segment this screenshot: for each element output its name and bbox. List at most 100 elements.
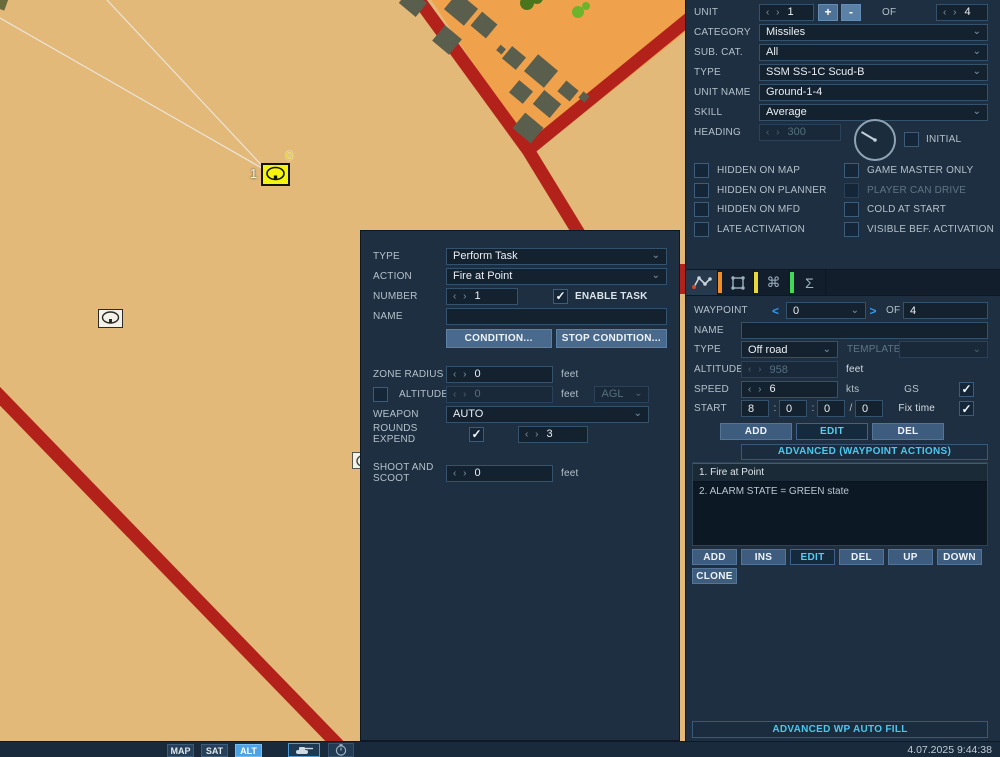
heading-stepper[interactable]: ‹ › 300 <box>759 123 841 141</box>
wp-add-button[interactable]: ADD <box>720 422 792 440</box>
task-name-label: NAME <box>373 310 403 322</box>
stepper-arrows-icon: ‹ › <box>766 126 782 138</box>
add-unit-button[interactable]: + <box>818 3 838 21</box>
enable-task-checkbox[interactable]: ✓ <box>553 288 568 304</box>
task-ins-button[interactable]: INS <box>741 549 786 565</box>
zone-radius-stepper[interactable]: ‹ › 0 <box>446 365 553 383</box>
time-toggle-button[interactable] <box>328 743 354 757</box>
rounds-expend-checkbox[interactable]: ✓ <box>469 426 484 442</box>
alt-layer-button[interactable]: ALT <box>235 744 262 757</box>
rounds-expend-row: ROUNDS EXPEND ✓ ‹ › 3 <box>373 423 667 445</box>
condition-button[interactable]: CONDITION... <box>445 329 552 348</box>
unit-form: UNIT ‹ › 1 + - OF ‹ › 4 CATEGORY Missile… <box>694 2 988 142</box>
unit-count-stepper[interactable]: ‹ › 4 <box>936 3 988 21</box>
task-type-select[interactable]: Perform Task ⌄ <box>446 247 667 265</box>
rounds-expend-stepper[interactable]: ‹ › 3 <box>518 425 588 443</box>
advanced-waypoint-actions-button[interactable]: ADVANCED (WAYPOINT ACTIONS) <box>741 443 988 460</box>
category-select[interactable]: Missiles ⌄ <box>759 23 988 41</box>
task-list-item[interactable]: 2. ALARM STATE = GREEN state <box>693 482 987 501</box>
shoot-and-scoot-label: SHOOT AND SCOOT <box>373 462 434 484</box>
flag-game-master-only[interactable]: GAME MASTER ONLY <box>844 163 988 179</box>
fix-time-checkbox[interactable]: ✓ <box>959 401 974 417</box>
task-up-button[interactable]: UP <box>888 549 933 565</box>
unit-marker-selected[interactable]: 1 0 <box>250 148 293 186</box>
unit-label: UNIT <box>694 6 719 18</box>
dialog-altitude-stepper[interactable]: ‹ › 0 <box>446 385 553 403</box>
skill-select[interactable]: Average ⌄ <box>759 103 988 121</box>
start-seconds-input[interactable]: 0 <box>817 400 845 418</box>
tab-commands[interactable]: ⌘ <box>758 270 790 295</box>
flag-visible-bef-activation[interactable]: VISIBLE BEF. ACTIVATION <box>844 222 994 238</box>
visible-bef-activation-checkbox[interactable] <box>844 222 859 238</box>
gs-checkbox[interactable]: ✓ <box>959 381 974 397</box>
unit-marker[interactable] <box>98 309 123 328</box>
wp-altitude-stepper[interactable]: ‹ › 958 <box>741 361 838 379</box>
prev-waypoint-button[interactable]: < <box>772 304 786 318</box>
shoot-and-scoot-stepper[interactable]: ‹ › 0 <box>446 464 553 482</box>
chevron-down-icon: ⌄ <box>822 343 831 355</box>
wp-edit-button[interactable]: EDIT <box>796 422 868 440</box>
stop-condition-button[interactable]: STOP CONDITION... <box>555 329 667 348</box>
tab-route[interactable] <box>686 270 718 295</box>
flag-hidden-on-planner[interactable]: HIDDEN ON PLANNER <box>694 182 844 198</box>
game-master-only-checkbox[interactable] <box>844 163 859 179</box>
unit-type-select[interactable]: SSM SS-1C Scud-B ⌄ <box>759 63 988 81</box>
wp-altitude-label: ALTITUDE <box>694 364 744 376</box>
altitude-checkbox[interactable] <box>373 386 388 402</box>
task-down-button[interactable]: DOWN <box>937 549 982 565</box>
task-del-button[interactable]: DEL <box>839 549 884 565</box>
task-edit-button[interactable]: EDIT <box>790 549 835 565</box>
check-icon: ✓ <box>961 382 972 397</box>
task-number-label: NUMBER <box>373 290 418 302</box>
map-layer-button[interactable]: MAP <box>167 744 194 757</box>
cold-at-start-checkbox[interactable] <box>844 202 859 218</box>
task-add-button[interactable]: ADD <box>692 549 737 565</box>
zone-radius-row: ZONE RADIUS ‹ › 0 feet <box>373 364 667 384</box>
wp-speed-stepper[interactable]: ‹ › 6 <box>741 380 838 398</box>
heading-dial[interactable] <box>854 119 896 161</box>
template-select[interactable]: ⌄ <box>899 341 988 359</box>
tab-summary[interactable]: Σ <box>794 270 826 295</box>
sat-layer-button[interactable]: SAT <box>201 744 228 757</box>
flag-cold-at-start[interactable]: COLD AT START <box>844 202 988 218</box>
hidden-on-map-checkbox[interactable] <box>694 163 709 179</box>
unit-name-label: UNIT NAME <box>694 86 751 98</box>
task-list-item[interactable]: 1. Fire at Point <box>693 463 987 482</box>
ground-units-toggle-button[interactable] <box>288 743 320 757</box>
waypoint-task-list[interactable]: 1. Fire at Point 2. ALARM STATE = GREEN … <box>692 462 988 546</box>
waypoint-select[interactable]: 0 ⌄ <box>786 302 866 320</box>
hidden-on-planner-checkbox[interactable] <box>694 182 709 198</box>
subcategory-select[interactable]: All ⌄ <box>759 43 988 61</box>
next-waypoint-button[interactable]: > <box>866 304 880 318</box>
task-name-input[interactable] <box>446 307 667 325</box>
missile-unit-icon <box>261 163 290 186</box>
task-action-select[interactable]: Fire at Point ⌄ <box>446 267 667 285</box>
wp-del-button[interactable]: DEL <box>872 422 944 440</box>
waypoint-form: WAYPOINT < 0 ⌄ > OF 4 NAME TYPE Off road… <box>694 301 988 460</box>
start-day-input[interactable]: 0 <box>855 400 883 418</box>
unit-name-input[interactable]: Ground-1-4 <box>759 83 988 101</box>
clock-icon <box>335 744 347 756</box>
flag-hidden-on-map[interactable]: HIDDEN ON MAP <box>694 163 844 179</box>
task-clone-button[interactable]: CLONE <box>692 568 737 584</box>
unit-index-stepper[interactable]: ‹ › 1 <box>759 3 814 21</box>
late-activation-checkbox[interactable] <box>694 222 709 238</box>
task-number-stepper[interactable]: ‹ › 1 <box>446 287 518 305</box>
stepper-arrows-icon: ‹ › <box>525 428 541 440</box>
initial-checkbox[interactable] <box>904 132 919 147</box>
flag-late-activation[interactable]: LATE ACTIVATION <box>694 222 844 238</box>
weapon-select[interactable]: AUTO ⌄ <box>446 405 649 423</box>
wp-type-select[interactable]: Off road ⌄ <box>741 341 838 359</box>
advanced-wp-auto-fill-button[interactable]: ADVANCED WP AUTO FILL <box>692 721 988 738</box>
unit-of-label: OF <box>882 6 897 18</box>
task-action-row: ACTION Fire at Point ⌄ <box>373 266 667 286</box>
start-hours-input[interactable]: 8 <box>741 400 769 418</box>
agl-select[interactable]: AGL ⌄ <box>594 385 650 403</box>
remove-unit-button[interactable]: - <box>841 3 861 21</box>
tab-triggers[interactable] <box>722 270 754 295</box>
hidden-on-mfd-checkbox[interactable] <box>694 202 709 218</box>
zone-radius-label: ZONE RADIUS <box>373 368 444 380</box>
start-minutes-input[interactable]: 0 <box>779 400 807 418</box>
wp-name-input[interactable] <box>741 321 988 339</box>
flag-hidden-on-mfd[interactable]: HIDDEN ON MFD <box>694 202 844 218</box>
